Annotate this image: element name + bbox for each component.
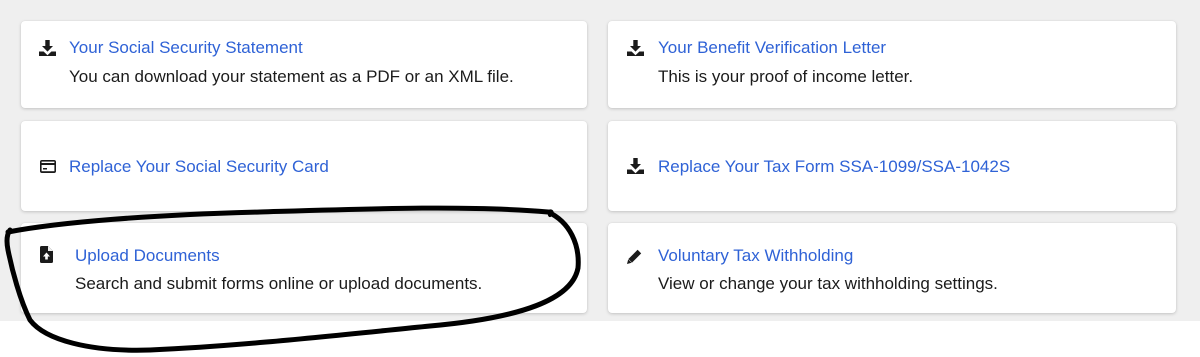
social-security-statement-card[interactable]: Your Social Security Statement You can d… (21, 21, 587, 108)
voluntary-tax-withholding-card[interactable]: Voluntary Tax Withholding View or change… (608, 223, 1176, 313)
social-security-statement-link[interactable]: Your Social Security Statement (69, 38, 303, 58)
replace-tax-form-link[interactable]: Replace Your Tax Form SSA-1099/SSA-1042S (658, 157, 1010, 177)
social-security-statement-description: You can download your statement as a PDF… (69, 67, 514, 86)
download-icon (627, 40, 644, 56)
upload-documents-card[interactable]: Upload Documents Search and submit forms… (21, 223, 587, 313)
replace-tax-form-card[interactable]: Replace Your Tax Form SSA-1099/SSA-1042S (608, 121, 1176, 211)
file-upload-icon (40, 246, 53, 263)
download-icon (39, 40, 56, 56)
benefit-verification-letter-link[interactable]: Your Benefit Verification Letter (658, 38, 886, 58)
pencil-icon (627, 249, 642, 264)
upload-documents-link[interactable]: Upload Documents (75, 246, 220, 266)
replace-social-security-card-card[interactable]: Replace Your Social Security Card (21, 121, 587, 211)
download-icon (627, 158, 644, 174)
upload-documents-description: Search and submit forms online or upload… (75, 274, 483, 293)
benefit-verification-letter-card[interactable]: Your Benefit Verification Letter This is… (608, 21, 1176, 108)
replace-social-security-card-link[interactable]: Replace Your Social Security Card (69, 157, 329, 177)
card-icon (40, 160, 56, 173)
voluntary-tax-withholding-link[interactable]: Voluntary Tax Withholding (658, 246, 853, 266)
benefit-verification-letter-description: This is your proof of income letter. (658, 67, 914, 86)
voluntary-tax-withholding-description: View or change your tax withholding sett… (658, 274, 998, 293)
